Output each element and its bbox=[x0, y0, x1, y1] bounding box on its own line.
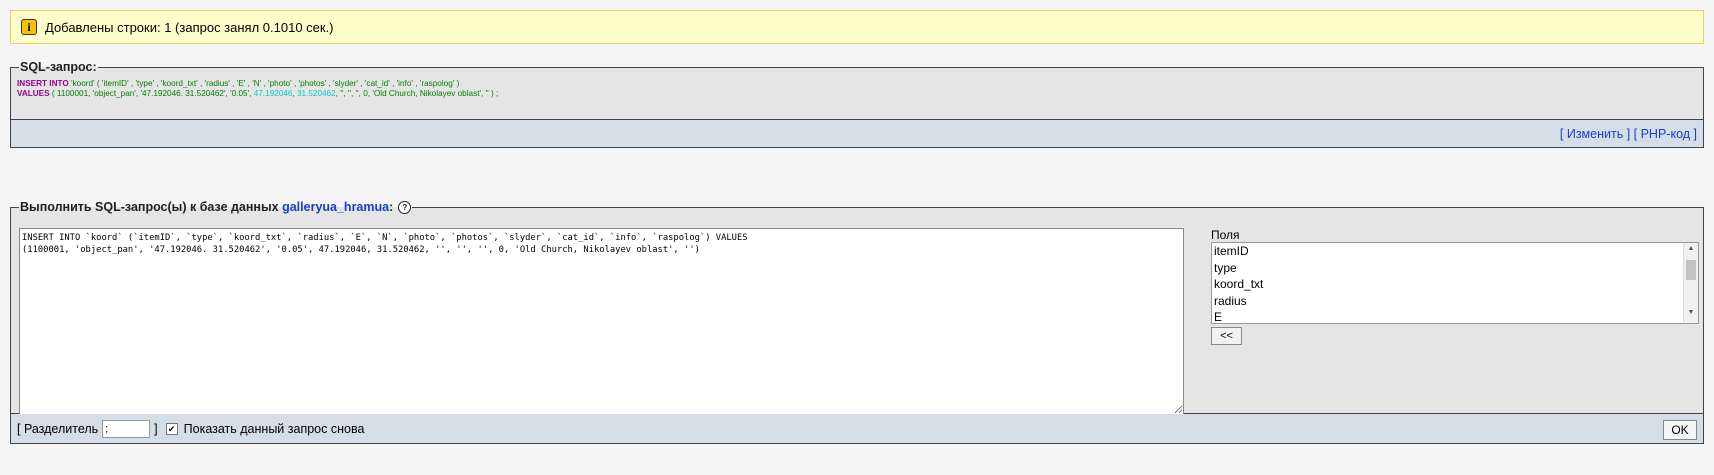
run-sql-legend-suffix: : bbox=[389, 200, 394, 214]
php-code-link[interactable]: PHP-код bbox=[1641, 127, 1690, 141]
scroll-up-icon[interactable]: ▲ bbox=[1684, 245, 1698, 257]
scroll-thumb[interactable] bbox=[1686, 260, 1696, 281]
sql-query-toolbar: [ Изменить ] [ PHP-код ] bbox=[10, 120, 1704, 148]
sql-query-panel: SQL-запрос: INSERT INTO 'koord' ( 'itemI… bbox=[10, 60, 1704, 120]
field-option[interactable]: E bbox=[1212, 309, 1698, 323]
sql-query-code: INSERT INTO 'koord' ( 'itemID' , 'type' … bbox=[17, 79, 1703, 99]
fields-scrollbar[interactable]: ▲ ▼ bbox=[1683, 243, 1698, 324]
sql-keyword-values: VALUES bbox=[17, 89, 50, 98]
delimiter-input[interactable] bbox=[102, 419, 151, 438]
info-icon: i bbox=[21, 19, 37, 35]
sql-number-n: 31.520462 bbox=[296, 89, 336, 98]
field-option[interactable]: itemID bbox=[1212, 243, 1698, 260]
run-sql-toolbar: [ Разделитель ] ✔ Показать данный запрос… bbox=[10, 414, 1704, 444]
sql-line2-part1: ( 1100001, 'object_pan', '47.192046. 31.… bbox=[49, 89, 254, 98]
scroll-down-icon[interactable]: ▼ bbox=[1684, 309, 1698, 321]
sql-number-e: 47.192046 bbox=[253, 89, 293, 98]
sql-keyword-insert: INSERT INTO bbox=[17, 79, 69, 88]
sql-line1-rest: 'koord' ( 'itemID' , 'type' , 'koord_txt… bbox=[68, 79, 460, 88]
delimiter-label-close: ] bbox=[154, 421, 158, 436]
sql-query-legend: SQL-запрос: bbox=[20, 60, 97, 74]
show-again-checkbox[interactable]: ✔ bbox=[165, 422, 178, 435]
delimiter-label-open: [ Разделитель bbox=[17, 421, 99, 436]
show-again-label: Показать данный запрос снова bbox=[183, 421, 365, 436]
edit-link[interactable]: Изменить bbox=[1567, 127, 1623, 141]
success-notice: i Добавлены строки: 1 (запрос занял 0.10… bbox=[10, 10, 1704, 44]
field-option[interactable]: radius bbox=[1212, 293, 1698, 310]
sql-textarea[interactable]: INSERT INTO `koord` (`itemID`, `type`, `… bbox=[19, 228, 1184, 416]
help-icon[interactable]: ? bbox=[398, 201, 412, 215]
fields-label: Поля bbox=[1211, 228, 1240, 243]
notice-text: Добавлены строки: 1 (запрос занял 0.1010… bbox=[45, 19, 334, 35]
run-sql-legend: Выполнить SQL-запрос(ы) к базе данных ga… bbox=[19, 200, 412, 215]
field-option[interactable]: koord_txt bbox=[1212, 276, 1698, 293]
run-sql-panel: Выполнить SQL-запрос(ы) к базе данных ga… bbox=[10, 200, 1704, 416]
ok-button[interactable]: OK bbox=[1663, 420, 1697, 440]
database-name: galleryua_hramua bbox=[282, 200, 390, 214]
field-option[interactable]: type bbox=[1212, 260, 1698, 277]
insert-field-button[interactable]: << bbox=[1211, 327, 1242, 346]
sql-line2-part2: , '', '', '', 0, 'Old Church, Nikolayev … bbox=[335, 89, 499, 98]
fields-listbox[interactable]: itemID type koord_txt radius E ▲ ▼ bbox=[1211, 242, 1699, 325]
run-sql-legend-prefix: Выполнить SQL-запрос(ы) к базе данных bbox=[20, 200, 283, 214]
